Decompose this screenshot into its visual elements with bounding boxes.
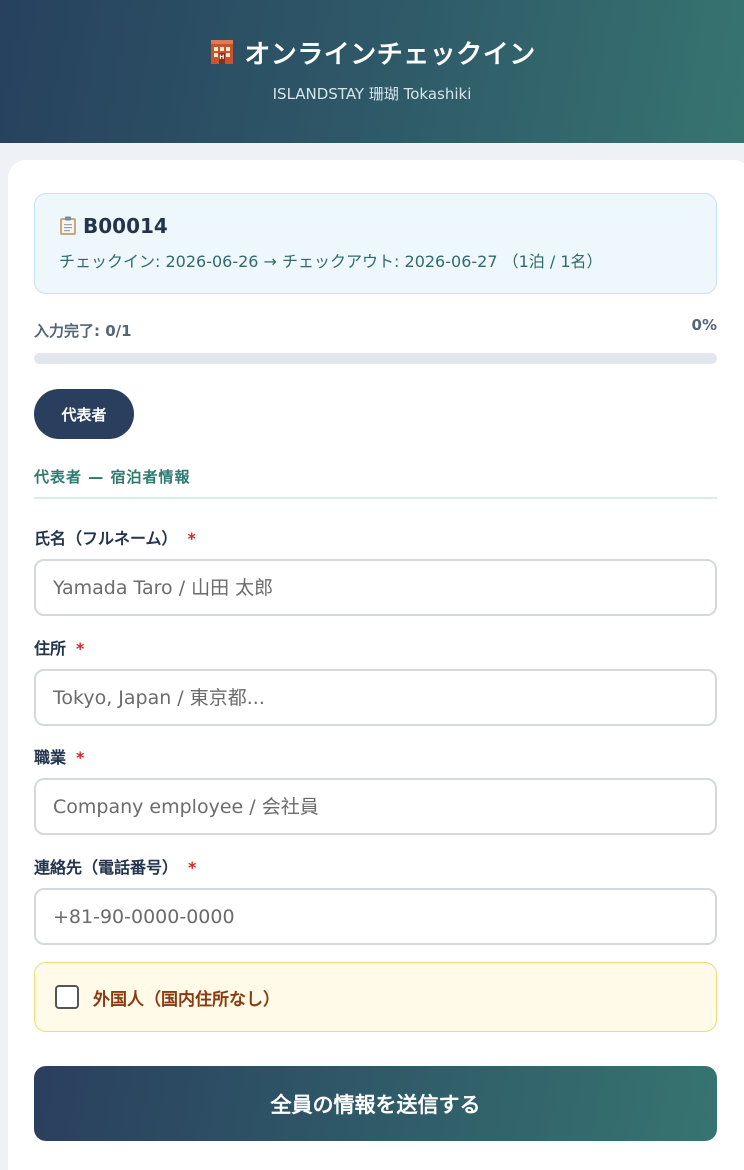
phone-field-group: 連絡先（電話番号） *: [34, 854, 717, 945]
foreigner-label[interactable]: 外国人（国内住所なし）: [93, 985, 280, 1010]
progress-percent: 0%: [691, 316, 717, 334]
name-field-label: 氏名（フルネーム）: [34, 529, 178, 548]
name-field-label-row: 氏名（フルネーム） *: [34, 525, 717, 549]
occupation-input[interactable]: [34, 778, 717, 835]
page-header: H オンラインチェックイン ISLANDSTAY 珊瑚 Tokashiki: [0, 0, 744, 143]
foreigner-option: 外国人（国内住所なし）: [34, 962, 717, 1032]
submit-button[interactable]: 全員の情報を送信する: [34, 1066, 717, 1141]
address-field-group: 住所 *: [34, 635, 717, 726]
page-subtitle: ISLANDSTAY 珊瑚 Tokashiki: [272, 84, 472, 103]
name-input[interactable]: [34, 559, 717, 616]
booking-dates: チェックイン: 2026-06-26 → チェックアウト: 2026-06-27…: [59, 252, 603, 271]
progress-label: 入力完了: 0/1: [34, 322, 132, 340]
required-marker: *: [76, 748, 85, 767]
booking-id-row: B00014: [59, 214, 692, 238]
occupation-field-group: 職業 *: [34, 744, 717, 835]
progress-header: 入力完了: 0/1 0%: [34, 316, 717, 341]
phone-field-label-row: 連絡先（電話番号） *: [34, 854, 717, 878]
address-input[interactable]: [34, 669, 717, 726]
booking-id: B00014: [83, 214, 168, 238]
required-marker: *: [76, 639, 85, 658]
checkin-form-card: B00014 チェックイン: 2026-06-26 → チェックアウト: 202…: [8, 160, 744, 1170]
required-marker: *: [187, 529, 196, 548]
page-title: オンラインチェックイン: [244, 39, 536, 70]
foreigner-checkbox[interactable]: [55, 985, 79, 1009]
required-marker: *: [188, 858, 197, 877]
name-field-group: 氏名（フルネーム） *: [34, 525, 717, 616]
phone-input[interactable]: [34, 888, 717, 945]
address-field-label-row: 住所 *: [34, 635, 717, 659]
occupation-field-label-row: 職業 *: [34, 744, 717, 768]
address-field-label: 住所: [34, 639, 67, 658]
occupation-field-label: 職業: [34, 748, 67, 767]
page-title-row: H オンラインチェックイン: [208, 34, 536, 71]
tab-representative[interactable]: 代表者: [34, 389, 134, 439]
progress-bar: [34, 353, 717, 364]
clipboard-icon: [59, 216, 77, 236]
hotel-icon: H: [208, 38, 236, 66]
section-title: 代表者 — 宿泊者情報: [34, 466, 717, 499]
phone-field-label: 連絡先（電話番号）: [34, 858, 179, 877]
booking-summary: B00014 チェックイン: 2026-06-26 → チェックアウト: 202…: [34, 193, 717, 294]
svg-text:H: H: [219, 54, 225, 61]
